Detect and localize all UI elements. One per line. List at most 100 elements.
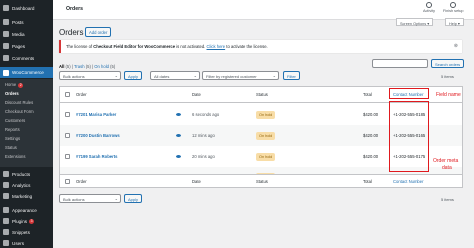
submenu-customers[interactable]: Customers: [0, 118, 53, 123]
view-trash[interactable]: Trash: [74, 64, 85, 69]
posts-icon: [3, 19, 9, 25]
field-name-highlight: [389, 88, 429, 99]
customer-filter-select[interactable]: Filter by registered customer ⌄: [202, 71, 279, 80]
admin-sidebar: Dashboard Posts Media Pages Comments Woo…: [0, 0, 53, 248]
chevron-down-icon: ⌄: [114, 196, 118, 201]
comments-icon: [3, 55, 9, 61]
plugins-icon: [3, 218, 9, 224]
order-total: $420.00: [363, 112, 379, 117]
page-title: Orders: [59, 28, 84, 37]
snippets-icon: [3, 229, 9, 235]
finish-setup-button[interactable]: Finish setup: [443, 2, 463, 13]
order-link[interactable]: #7199 Sarah Roberts: [76, 146, 117, 167]
status-badge: On hold: [256, 110, 276, 119]
order-link[interactable]: #7200 Dustin Barrows: [76, 125, 120, 146]
analytics-icon: [3, 182, 9, 188]
plugins-update-badge: 3: [29, 218, 35, 224]
order-meta-highlight: [389, 101, 429, 172]
pages-icon: [3, 43, 9, 49]
column-total[interactable]: Total: [363, 175, 372, 187]
woocommerce-icon: [3, 69, 9, 76]
order-link[interactable]: #7201 Marisa Parker: [76, 104, 116, 125]
license-notice: The license of Checkout Field Editor for…: [59, 40, 462, 53]
sidebar-item-snippets[interactable]: Snippets: [0, 227, 53, 237]
sidebar-item-users[interactable]: Users: [0, 238, 53, 248]
screen-options-button[interactable]: Screen Options ▾: [396, 18, 434, 26]
preview-eye-icon[interactable]: [176, 113, 181, 116]
setup-progress-icon: [450, 2, 457, 8]
apply-button-bottom[interactable]: Apply: [124, 194, 143, 203]
header-title: Orders: [66, 6, 84, 12]
order-date: 20 mins ago: [192, 154, 215, 159]
submenu-home[interactable]: Home 2: [0, 82, 53, 88]
submenu-checkout-form[interactable]: Checkout Form: [0, 109, 53, 114]
items-count-bottom: 5 items: [441, 197, 454, 202]
view-all[interactable]: All: [59, 64, 64, 69]
activity-icon: [426, 2, 433, 8]
status-badge: On hold: [256, 152, 276, 161]
field-name-annotation: Field name: [436, 92, 461, 98]
select-all-checkbox[interactable]: [65, 92, 70, 97]
column-date[interactable]: Date: [192, 87, 201, 102]
sidebar-item-analytics[interactable]: Analytics: [0, 180, 53, 190]
dashboard-icon: [3, 5, 9, 11]
select-all-checkbox[interactable]: [65, 178, 70, 184]
submenu-status[interactable]: Status: [0, 145, 53, 150]
row-checkbox[interactable]: [65, 133, 70, 138]
order-total: $420.00: [363, 154, 379, 159]
sidebar-item-products[interactable]: Products: [0, 169, 53, 179]
order-date: 12 mins ago: [192, 133, 215, 138]
view-on-hold[interactable]: On hold: [94, 64, 109, 69]
column-total[interactable]: Total: [363, 87, 372, 102]
search-orders-button[interactable]: Search orders: [431, 59, 465, 68]
sidebar-item-woocommerce[interactable]: WooCommerce: [0, 67, 53, 78]
products-icon: [3, 171, 9, 177]
apply-button[interactable]: Apply: [124, 71, 143, 80]
column-order[interactable]: Order: [76, 175, 87, 187]
update-badge: 2: [18, 83, 24, 88]
chevron-down-icon: ⌄: [272, 73, 276, 78]
sidebar-item-dashboard[interactable]: Dashboard: [0, 3, 53, 13]
bulk-actions-select[interactable]: Bulk actions ⌄: [59, 71, 121, 80]
submenu-reports[interactable]: Reports: [0, 127, 53, 132]
filter-button[interactable]: Filter: [283, 71, 300, 80]
submenu-extensions[interactable]: Extensions: [0, 154, 53, 159]
sidebar-item-plugins[interactable]: Plugins 3: [0, 216, 53, 226]
order-meta-annotation: Order meta: [433, 158, 459, 164]
activity-button[interactable]: Activity: [423, 2, 435, 13]
sidebar-item-appearance[interactable]: Appearance: [0, 205, 53, 215]
appearance-icon: [3, 207, 9, 213]
status-badge: On hold: [256, 131, 276, 140]
column-date[interactable]: Date: [192, 175, 201, 187]
column-status: Status: [256, 92, 268, 97]
preview-eye-icon[interactable]: [176, 134, 181, 137]
submenu-discount-rules[interactable]: Discount Rules: [0, 100, 53, 105]
submenu-settings[interactable]: Settings: [0, 136, 53, 141]
orders-table-footer: Order Date Status Total Contact Number: [59, 174, 463, 188]
submenu-orders[interactable]: Orders: [0, 91, 53, 96]
preview-eye-icon[interactable]: [176, 155, 181, 158]
add-order-button[interactable]: Add order: [85, 27, 112, 37]
bulk-actions-select-bottom[interactable]: Bulk actions ⌄: [59, 194, 121, 203]
row-checkbox[interactable]: [65, 112, 70, 117]
chevron-down-icon: ⌄: [193, 73, 197, 78]
woocommerce-header: Orders Activity Finish setup: [53, 0, 474, 20]
chevron-down-icon: ⌄: [114, 73, 118, 78]
dismiss-icon[interactable]: ⊗: [454, 43, 458, 49]
marketing-icon: [3, 193, 9, 199]
media-icon: [3, 31, 9, 37]
order-total: $420.00: [363, 133, 379, 138]
order-status-views: All (5) | Trash (5) | On hold (5): [59, 64, 116, 69]
sidebar-item-posts[interactable]: Posts: [0, 17, 53, 27]
row-checkbox[interactable]: [65, 154, 70, 159]
order-search-input[interactable]: [372, 59, 428, 68]
date-filter-select[interactable]: All dates ⌄: [150, 71, 200, 80]
woocommerce-submenu: Home 2 Orders Discount Rules Checkout For…: [0, 79, 53, 167]
help-button[interactable]: Help ▾: [445, 18, 464, 26]
sidebar-item-media[interactable]: Media: [0, 29, 53, 39]
activate-license-link[interactable]: Click here: [207, 44, 226, 49]
column-order[interactable]: Order: [76, 87, 87, 102]
sidebar-item-marketing[interactable]: Marketing: [0, 191, 53, 201]
sidebar-item-comments[interactable]: Comments: [0, 53, 53, 63]
sidebar-item-pages[interactable]: Pages: [0, 41, 53, 51]
